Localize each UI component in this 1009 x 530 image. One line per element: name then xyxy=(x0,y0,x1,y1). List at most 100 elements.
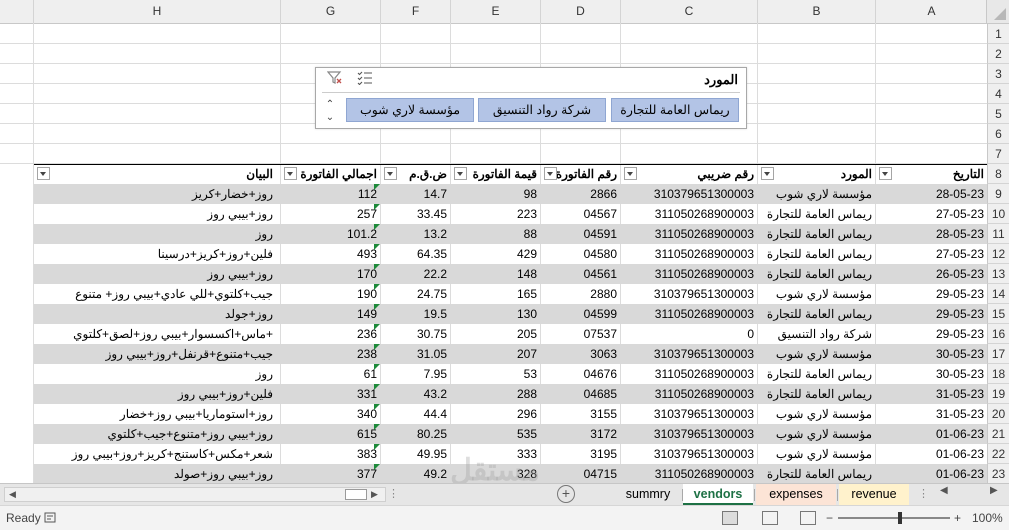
cell-vat[interactable]: 64.35 xyxy=(380,244,450,264)
cell-date[interactable]: 30-05-23 xyxy=(875,344,987,364)
cell-value[interactable]: 328 xyxy=(450,464,540,483)
cell-total[interactable]: 257 xyxy=(276,204,380,224)
cell-description[interactable]: روز+بيبي روز+متنوع+جيب+كلتوي xyxy=(34,424,276,444)
cell-total[interactable]: 340 xyxy=(276,404,380,424)
tab-summry[interactable]: summry xyxy=(614,484,682,505)
cell-tax-no[interactable]: 311050268900003 xyxy=(620,204,757,224)
cell-invoice-no[interactable]: 3063 xyxy=(540,344,620,364)
cell-description[interactable]: روز xyxy=(34,224,276,244)
normal-view-icon[interactable] xyxy=(722,511,738,525)
cell-total[interactable]: 238 xyxy=(276,344,380,364)
filter-dropdown-invoice-no[interactable] xyxy=(544,167,557,180)
cell-value[interactable]: 53 xyxy=(450,364,540,384)
cell-vendor[interactable]: مؤسسة لاري شوب xyxy=(757,344,875,364)
cell-total[interactable]: 331 xyxy=(276,384,380,404)
row-header[interactable]: 5 xyxy=(987,104,1009,124)
cell-value[interactable]: 205 xyxy=(450,324,540,344)
scroll-tabs-right-icon[interactable]: ▶ xyxy=(990,485,998,496)
cell-vat[interactable]: 80.25 xyxy=(380,424,450,444)
cell-vendor[interactable]: ريماس العامة للتجارة xyxy=(757,224,875,244)
split-handle-icon[interactable]: ⋮ xyxy=(388,487,399,500)
row-header[interactable]: 3 xyxy=(987,64,1009,84)
cell-value[interactable]: 98 xyxy=(450,184,540,204)
cell-invoice-no[interactable]: 04580 xyxy=(540,244,620,264)
chevron-up-icon[interactable]: ⌃ xyxy=(324,98,336,111)
zoom-slider-thumb[interactable] xyxy=(898,512,902,524)
column-header-h[interactable]: H xyxy=(33,0,280,23)
cell-invoice-no[interactable]: 04685 xyxy=(540,384,620,404)
cell-description[interactable]: فلين+روز+بيبي روز xyxy=(34,384,276,404)
cell-date[interactable]: 31-05-23 xyxy=(875,404,987,424)
cell-tax-no[interactable]: 311050268900003 xyxy=(620,384,757,404)
cell-vat[interactable]: 44.4 xyxy=(380,404,450,424)
cell-total[interactable]: 101.2 xyxy=(276,224,380,244)
row-header[interactable]: 18 xyxy=(987,364,1009,384)
table-row[interactable]: روز+بيبي روز+صولد 377 49.2 328 04715 31105026… xyxy=(34,464,987,483)
cell-invoice-no[interactable]: 07537 xyxy=(540,324,620,344)
row-header[interactable]: 22 xyxy=(987,444,1009,464)
column-header-d[interactable]: D xyxy=(540,0,620,23)
filter-dropdown-date[interactable] xyxy=(879,167,892,180)
zoom-level[interactable]: 100% xyxy=(972,506,1003,530)
scroll-thumb[interactable] xyxy=(345,489,367,500)
cell-description[interactable]: فلين+روز+كريز+درسينا xyxy=(34,244,276,264)
table-row[interactable]: فلين+روز+بيبي روز 331 43.2 288 04685 31105026… xyxy=(34,384,987,404)
tab-expenses[interactable]: expenses xyxy=(756,484,836,505)
slicer-item-lari-shop[interactable]: مؤسسة لاري شوب xyxy=(346,98,474,122)
cell-date[interactable]: 29-05-23 xyxy=(875,324,987,344)
cell-description[interactable]: روز+بيبي روز xyxy=(34,204,276,224)
row-header[interactable]: 21 xyxy=(987,424,1009,444)
cell-date[interactable]: 28-05-23 xyxy=(875,184,987,204)
cell-invoice-no[interactable]: 3172 xyxy=(540,424,620,444)
column-header-e[interactable]: E xyxy=(450,0,540,23)
cell-date[interactable]: 01-06-23 xyxy=(875,424,987,444)
cell-total[interactable]: 236 xyxy=(276,324,380,344)
cell-value[interactable]: 207 xyxy=(450,344,540,364)
table-row[interactable]: شعر+مكس+كاستنج+كريز+روز+بيبي روز 383 49.95… xyxy=(34,444,987,464)
table-row[interactable]: ماس+اكسسوار+بيبي روز+لصق+كلتوي+ 236 30.75 2… xyxy=(34,324,987,344)
cell-description[interactable]: جيب+كلتوي+للي عادي+بيبي روز+ متنوع xyxy=(34,284,276,304)
cell-description[interactable]: ماس+اكسسوار+بيبي روز+لصق+كلتوي+ xyxy=(34,324,276,344)
cell-date[interactable]: 01-06-23 xyxy=(875,464,987,483)
filter-dropdown-description[interactable] xyxy=(37,167,50,180)
cell-invoice-no[interactable]: 04676 xyxy=(540,364,620,384)
row-header[interactable]: 23 xyxy=(987,464,1009,483)
table-row[interactable]: روز+بيبي روز 170 22.2 148 04561 3110502689000… xyxy=(34,264,987,284)
cell-total[interactable]: 493 xyxy=(276,244,380,264)
accessibility-icon[interactable] xyxy=(44,511,58,525)
horizontal-scrollbar[interactable]: ◀ ▶ xyxy=(4,487,386,502)
cell-tax-no[interactable]: 310379651300003 xyxy=(620,184,757,204)
row-header[interactable]: 19 xyxy=(987,384,1009,404)
cell-description[interactable]: روز+جولد xyxy=(34,304,276,324)
filter-dropdown-tax-no[interactable] xyxy=(624,167,637,180)
zoom-out-icon[interactable]: − xyxy=(826,506,833,530)
cell-vat[interactable]: 43.2 xyxy=(380,384,450,404)
table-row[interactable]: روز+بيبي روز 257 33.45 223 04567 311050268900… xyxy=(34,204,987,224)
multi-select-icon[interactable] xyxy=(356,71,374,87)
tab-vendors[interactable]: vendors xyxy=(683,484,753,505)
row-header[interactable]: 14 xyxy=(987,284,1009,304)
clear-filter-icon[interactable] xyxy=(326,71,344,87)
cell-tax-no[interactable]: 311050268900003 xyxy=(620,304,757,324)
cell-vat[interactable]: 14.7 xyxy=(380,184,450,204)
row-header[interactable]: 2 xyxy=(987,44,1009,64)
row-header[interactable]: 9 xyxy=(987,184,1009,204)
cell-vendor[interactable]: مؤسسة لاري شوب xyxy=(757,284,875,304)
cell-total[interactable]: 615 xyxy=(276,424,380,444)
cell-invoice-no[interactable]: 04715 xyxy=(540,464,620,483)
cell-date[interactable]: 27-05-23 xyxy=(875,204,987,224)
column-header-f[interactable]: F xyxy=(380,0,450,23)
cell-vat[interactable]: 31.05 xyxy=(380,344,450,364)
cell-description[interactable]: شعر+مكس+كاستنج+كريز+روز+بيبي روز xyxy=(34,444,276,464)
cell-value[interactable]: 223 xyxy=(450,204,540,224)
cell-tax-no[interactable]: 311050268900003 xyxy=(620,264,757,284)
cell-value[interactable]: 288 xyxy=(450,384,540,404)
cell-tax-no[interactable]: 311050268900003 xyxy=(620,224,757,244)
cell-tax-no[interactable]: 310379651300003 xyxy=(620,424,757,444)
cell-invoice-no[interactable]: 04591 xyxy=(540,224,620,244)
table-row[interactable]: روز+بيبي روز+متنوع+جيب+كلتوي 615 80.25 535 3… xyxy=(34,424,987,444)
cell-date[interactable]: 29-05-23 xyxy=(875,284,987,304)
cell-vendor[interactable]: مؤسسة لاري شوب xyxy=(757,404,875,424)
cell-date[interactable]: 29-05-23 xyxy=(875,304,987,324)
column-header-a[interactable]: A xyxy=(875,0,987,23)
